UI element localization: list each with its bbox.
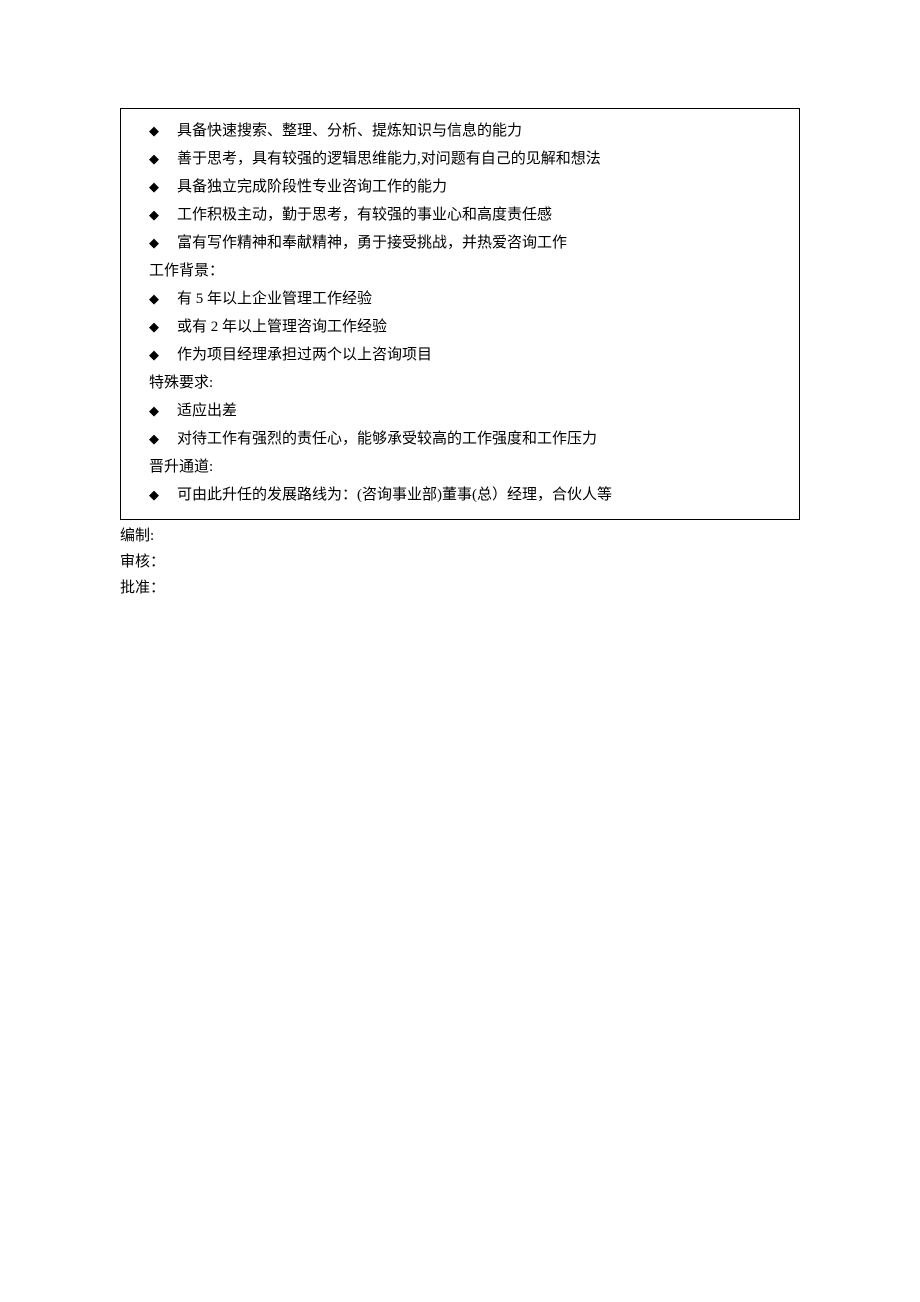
footer-reviewed-by: 审核： — [120, 550, 800, 574]
footer-signatures: 编制: 审核： 批准： — [120, 524, 800, 600]
item-text: 或有 2 年以上管理咨询工作经验 — [177, 319, 387, 335]
item-text: 具备独立完成阶段性专业咨询工作的能力 — [177, 179, 447, 195]
list-item: 具备独立完成阶段性专业咨询工作的能力 — [149, 175, 789, 199]
list-item: 或有 2 年以上管理咨询工作经验 — [149, 315, 789, 339]
content-box: 具备快速搜索、整理、分析、提炼知识与信息的能力 善于思考，具有较强的逻辑思维能力… — [120, 108, 800, 520]
list-item: 具备快速搜索、整理、分析、提炼知识与信息的能力 — [149, 119, 789, 143]
special-requirements-list: 适应出差 对待工作有强烈的责任心，能够承受较高的工作强度和工作压力 — [149, 399, 789, 451]
item-text: 善于思考，具有较强的逻辑思维能力,对问题有自己的见解和想法 — [177, 151, 601, 167]
list-item: 富有写作精神和奉献精神，勇于接受挑战，并热爱咨询工作 — [149, 231, 789, 255]
item-text: 对待工作有强烈的责任心，能够承受较高的工作强度和工作压力 — [177, 431, 597, 447]
page-container: 具备快速搜索、整理、分析、提炼知识与信息的能力 善于思考，具有较强的逻辑思维能力… — [0, 0, 920, 600]
promotion-channel-list: 可由此升任的发展路线为：(咨询事业部)董事(总）经理，合伙人等 — [149, 483, 789, 507]
list-item: 对待工作有强烈的责任心，能够承受较高的工作强度和工作压力 — [149, 427, 789, 451]
skills-list: 具备快速搜索、整理、分析、提炼知识与信息的能力 善于思考，具有较强的逻辑思维能力… — [149, 119, 789, 255]
list-item: 作为项目经理承担过两个以上咨询项目 — [149, 343, 789, 367]
item-text: 有 5 年以上企业管理工作经验 — [177, 291, 372, 307]
list-item: 可由此升任的发展路线为：(咨询事业部)董事(总）经理，合伙人等 — [149, 483, 789, 507]
list-item: 工作积极主动，勤于思考，有较强的事业心和高度责任感 — [149, 203, 789, 227]
heading-special-requirements: 特殊要求: — [149, 371, 789, 395]
list-item: 善于思考，具有较强的逻辑思维能力,对问题有自己的见解和想法 — [149, 147, 789, 171]
footer-prepared-by: 编制: — [120, 524, 800, 548]
heading-work-background: 工作背景： — [149, 259, 789, 283]
item-text: 具备快速搜索、整理、分析、提炼知识与信息的能力 — [177, 123, 522, 139]
heading-promotion-channel: 晋升通道: — [149, 455, 789, 479]
item-text: 富有写作精神和奉献精神，勇于接受挑战，并热爱咨询工作 — [177, 235, 567, 251]
work-background-list: 有 5 年以上企业管理工作经验 或有 2 年以上管理咨询工作经验 作为项目经理承… — [149, 287, 789, 367]
item-text: 适应出差 — [177, 403, 237, 419]
footer-approved-by: 批准： — [120, 576, 800, 600]
list-item: 有 5 年以上企业管理工作经验 — [149, 287, 789, 311]
item-text: 可由此升任的发展路线为：(咨询事业部)董事(总）经理，合伙人等 — [177, 487, 612, 503]
list-item: 适应出差 — [149, 399, 789, 423]
item-text: 作为项目经理承担过两个以上咨询项目 — [177, 347, 432, 363]
item-text: 工作积极主动，勤于思考，有较强的事业心和高度责任感 — [177, 207, 552, 223]
